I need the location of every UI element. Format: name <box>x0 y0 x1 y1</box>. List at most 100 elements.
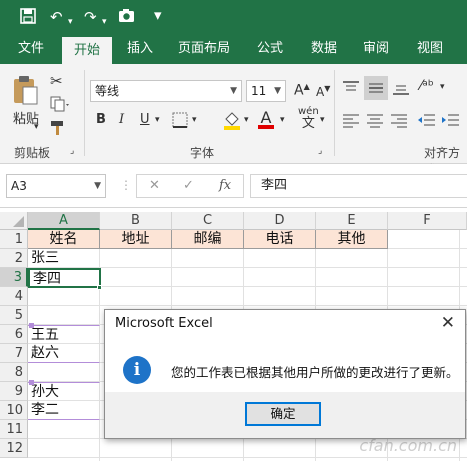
row-header[interactable]: 3 <box>0 268 28 287</box>
align-bottom-icon[interactable] <box>392 80 410 100</box>
paste-icon[interactable] <box>10 74 40 105</box>
change-marker-icon <box>29 380 34 385</box>
ok-button[interactable]: 确定 <box>245 402 321 426</box>
header-cell-other[interactable]: 其他 <box>316 230 388 249</box>
font-name-value: 等线 <box>95 84 120 98</box>
borders-icon[interactable] <box>172 112 188 132</box>
row-header[interactable]: 5 <box>0 306 28 325</box>
align-center-icon[interactable] <box>366 112 384 132</box>
row-header[interactable]: 9 <box>0 382 28 401</box>
cancel-icon[interactable]: ✕ <box>149 178 160 193</box>
tab-insert[interactable]: 插入 <box>118 34 162 64</box>
orientation-dropdown-icon[interactable]: ▾ <box>440 82 445 92</box>
column-header-f[interactable]: F <box>388 212 467 230</box>
redo-icon[interactable]: ↷ <box>84 8 97 26</box>
underline-dropdown-icon[interactable]: ▾ <box>155 115 160 125</box>
align-top-icon[interactable] <box>342 80 360 100</box>
font-size-select[interactable]: 11 ▼ <box>246 80 286 102</box>
row-header[interactable]: 12 <box>0 439 28 458</box>
align-right-icon[interactable] <box>390 112 408 132</box>
decrease-indent-icon[interactable] <box>416 112 436 132</box>
chevron-down-icon: ▼ <box>230 86 237 96</box>
cut-icon[interactable]: ✂ <box>50 72 63 90</box>
shrink-font-letter: A <box>316 85 325 99</box>
font-size-value: 11 <box>251 84 267 98</box>
message-dialog: Microsoft Excel ✕ i 您的工作表已根据其他用户所做的更改进行了… <box>104 309 466 439</box>
column-header-d[interactable]: D <box>244 212 316 230</box>
enter-icon[interactable]: ✓ <box>183 178 194 193</box>
paste-dropdown-icon[interactable]: ▾ <box>34 122 39 132</box>
phonetic-button[interactable]: wén 文 <box>298 106 319 130</box>
tab-review[interactable]: 审阅 <box>354 34 398 64</box>
tab-page-layout[interactable]: 页面布局 <box>172 34 236 64</box>
increase-indent-icon[interactable] <box>440 112 460 132</box>
row-header[interactable]: 10 <box>0 401 28 420</box>
tab-home[interactable]: 开始 <box>62 37 112 64</box>
copy-icon[interactable] <box>50 96 70 116</box>
row-header[interactable]: 11 <box>0 420 28 439</box>
name-box[interactable]: A3 ▼ <box>6 174 106 198</box>
font-name-select[interactable]: 等线 ▼ <box>90 80 242 102</box>
close-icon[interactable]: ✕ <box>441 313 455 333</box>
orientation-icon[interactable]: ⁄ᵃᵇ <box>420 78 434 94</box>
shrink-font-button[interactable]: A▼ <box>316 84 330 99</box>
cell-a3-selected[interactable]: 李四 <box>28 268 101 288</box>
header-cell-name[interactable]: 姓名 <box>28 230 100 249</box>
tab-view[interactable]: 视图 <box>408 34 452 64</box>
font-color-button[interactable]: A <box>258 108 274 129</box>
dialog-message: 您的工作表已根据其他用户所做的更改进行了更新。 <box>171 365 459 380</box>
italic-button[interactable]: I <box>119 112 124 127</box>
tab-data[interactable]: 数据 <box>302 34 346 64</box>
column-header-b[interactable]: B <box>100 212 172 230</box>
save-icon[interactable] <box>20 8 36 28</box>
fill-color-icon[interactable] <box>222 110 242 134</box>
column-header-a[interactable]: A <box>28 212 100 230</box>
row-header[interactable]: 1 <box>0 230 28 249</box>
ribbon-tabs: 文件 开始 插入 页面布局 公式 数据 审阅 视图 <box>0 34 467 64</box>
title-bar: ↶ ▾ ↷ ▾ ▾ <box>0 0 467 34</box>
ribbon-divider <box>334 70 335 156</box>
cell-a6[interactable]: 王五 <box>28 325 100 344</box>
align-middle-icon[interactable] <box>364 76 388 100</box>
phonetic-dropdown-icon[interactable]: ▾ <box>320 115 325 125</box>
clipboard-launcher-icon[interactable]: ⌟ <box>70 146 74 156</box>
font-group-label: 字体 <box>190 146 215 160</box>
header-cell-phone[interactable]: 电话 <box>244 230 316 249</box>
phonetic-glyph-icon: 文 <box>301 116 315 131</box>
column-header-c[interactable]: C <box>172 212 244 230</box>
tab-formulas[interactable]: 公式 <box>248 34 292 64</box>
undo-icon[interactable]: ↶ <box>50 8 63 26</box>
header-cell-postcode[interactable]: 邮编 <box>172 230 244 249</box>
align-left-icon[interactable] <box>342 112 360 132</box>
cell-a7[interactable]: 赵六 <box>28 344 100 363</box>
cell-a2[interactable]: 张三 <box>28 249 100 268</box>
formula-input[interactable]: 李四 <box>250 174 467 198</box>
cell-a9[interactable]: 孙大 <box>28 382 100 401</box>
cell-a10[interactable]: 李二 <box>28 401 100 420</box>
customize-toolbar-icon[interactable]: ▾ <box>154 6 162 24</box>
row-header[interactable]: 2 <box>0 249 28 268</box>
row-header[interactable]: 7 <box>0 344 28 363</box>
row-header[interactable]: 4 <box>0 287 28 306</box>
fill-color-dropdown-icon[interactable]: ▾ <box>244 115 249 125</box>
dialog-footer: 确定 <box>105 392 465 438</box>
header-cell-address[interactable]: 地址 <box>100 230 172 249</box>
tab-file[interactable]: 文件 <box>10 34 52 64</box>
font-launcher-icon[interactable]: ⌟ <box>318 146 322 156</box>
row-header[interactable]: 8 <box>0 363 28 382</box>
underline-button[interactable]: U <box>140 112 150 127</box>
insert-function-icon[interactable]: fx <box>219 178 231 193</box>
row-header[interactable]: 6 <box>0 325 28 344</box>
borders-dropdown-icon[interactable]: ▾ <box>192 115 197 125</box>
select-all-button[interactable] <box>0 212 28 230</box>
redo-dropdown-icon[interactable]: ▾ <box>102 13 107 31</box>
grow-font-button[interactable]: A▲ <box>294 82 310 99</box>
chevron-down-icon: ▼ <box>94 181 101 191</box>
bold-button[interactable]: B <box>96 112 106 127</box>
font-color-dropdown-icon[interactable]: ▾ <box>280 115 285 125</box>
format-painter-icon[interactable] <box>50 120 66 140</box>
undo-dropdown-icon[interactable]: ▾ <box>68 13 73 31</box>
camera-icon[interactable] <box>118 8 135 27</box>
column-header-e[interactable]: E <box>316 212 388 230</box>
fill-handle[interactable] <box>97 285 102 290</box>
